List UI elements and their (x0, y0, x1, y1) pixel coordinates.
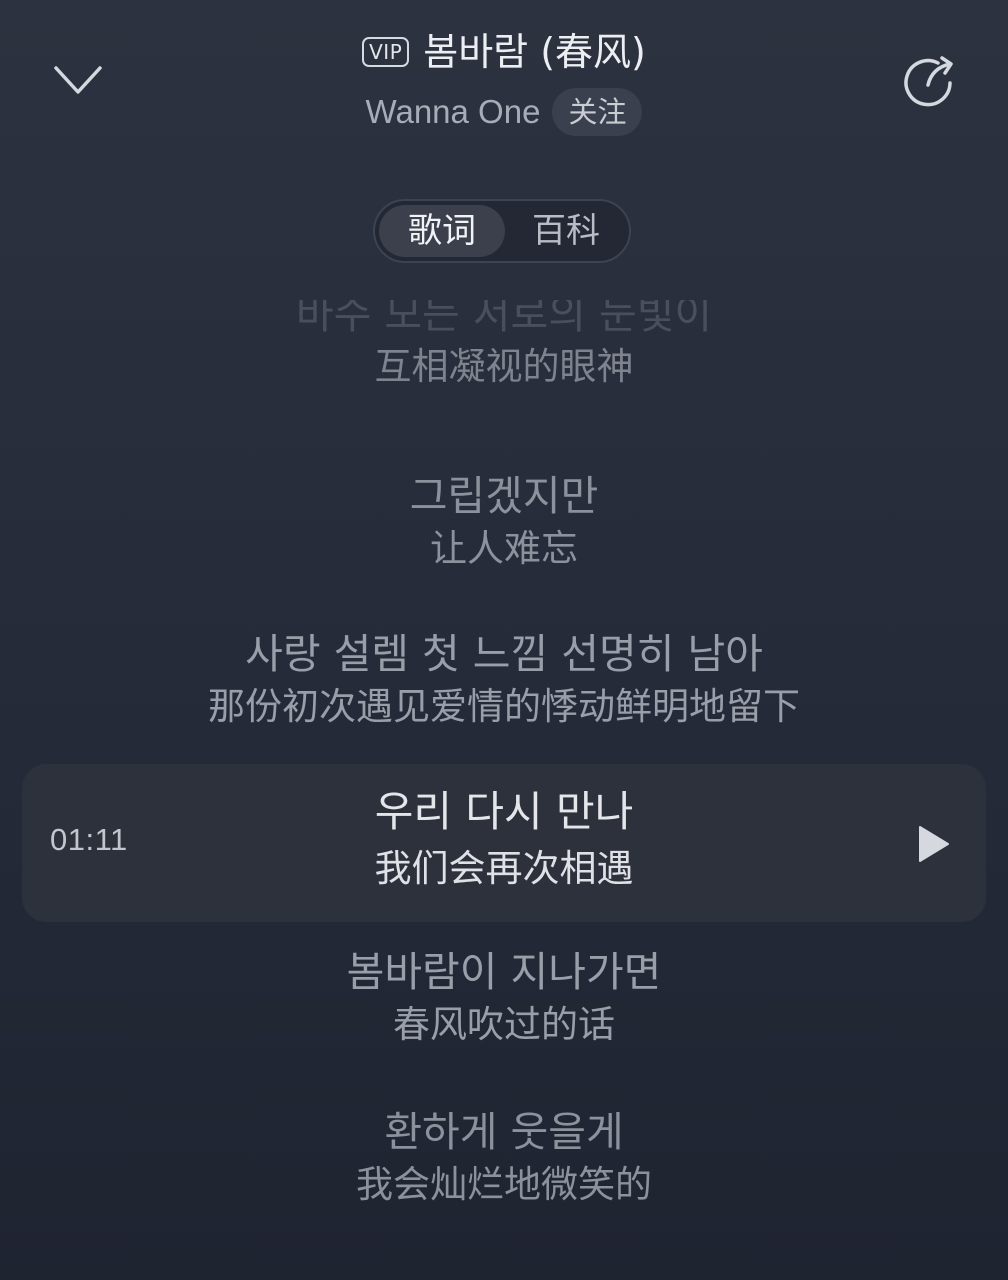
lyrics-list[interactable]: 바수 모든 서로의 눈빛이 互相凝视的眼神 그립겠지만 让人难忘 사랑 설렘 첫… (0, 300, 1008, 1280)
lyric-korean: 봄바람이 지나가면 (346, 948, 662, 996)
lyric-chinese: 我们会再次相遇 (374, 847, 634, 890)
lyric-line[interactable]: 환하게 웃을게 我会灿烂地微笑的 (0, 1104, 1008, 1210)
lyric-chinese: 春风吹过的话 (393, 1003, 615, 1046)
lyric-chinese: 互相凝视的眼神 (374, 345, 634, 388)
current-lyric-row[interactable]: 01:11 우리 다시 만나 我们会再次相遇 (22, 764, 986, 922)
share-icon (904, 56, 953, 107)
lyric-line[interactable]: 봄바람이 지나가면 春风吹过的话 (0, 944, 1008, 1050)
title-row: VIP 봄바람 (春风) (0, 26, 1008, 78)
lyric-chinese: 我会灿烂地微笑的 (356, 1163, 652, 1206)
lyric-korean: 사랑 설렘 첫 느낌 선명히 남아 (245, 630, 763, 678)
lyric-line-faded (0, 1230, 1008, 1280)
player-header: VIP 봄바람 (春风) Wanna One 关注 (0, 0, 1008, 160)
artist-name[interactable]: Wanna One (366, 86, 541, 138)
artist-row: Wanna One 关注 (0, 86, 1008, 138)
lyric-korean: 환하게 웃을게 (384, 1108, 624, 1156)
lyric-line[interactable]: 그립겠지만 让人难忘 (0, 468, 1008, 574)
tab-lyrics[interactable]: 歌词 (379, 205, 505, 257)
lyric-line[interactable]: 사랑 설렘 첫 느낌 선명히 남아 那份初次遇见爱情的悸动鲜明地留下 (0, 626, 1008, 732)
song-title: 봄바람 (春风) (423, 30, 646, 74)
play-from-line-button[interactable] (914, 824, 954, 864)
follow-button[interactable]: 关注 (552, 88, 643, 136)
lyric-line[interactable]: 바수 모든 서로의 눈빛이 互相凝视的眼神 (0, 300, 1008, 392)
tab-wiki[interactable]: 百科 (503, 205, 629, 257)
share-button[interactable] (898, 52, 960, 114)
lyric-korean: 그립겠지만 (409, 472, 599, 520)
play-icon (919, 826, 949, 862)
lyrics-wiki-switch: 歌词 百科 (373, 199, 631, 263)
vip-badge: VIP (362, 37, 410, 67)
lyric-chinese: 那份初次遇见爱情的悸动鲜明地留下 (208, 685, 800, 728)
lyric-korean: 우리 다시 만나 (374, 787, 634, 836)
lyric-chinese: 让人难忘 (430, 527, 578, 570)
lyric-korean: 바수 모든 서로의 눈빛이 (295, 300, 713, 338)
